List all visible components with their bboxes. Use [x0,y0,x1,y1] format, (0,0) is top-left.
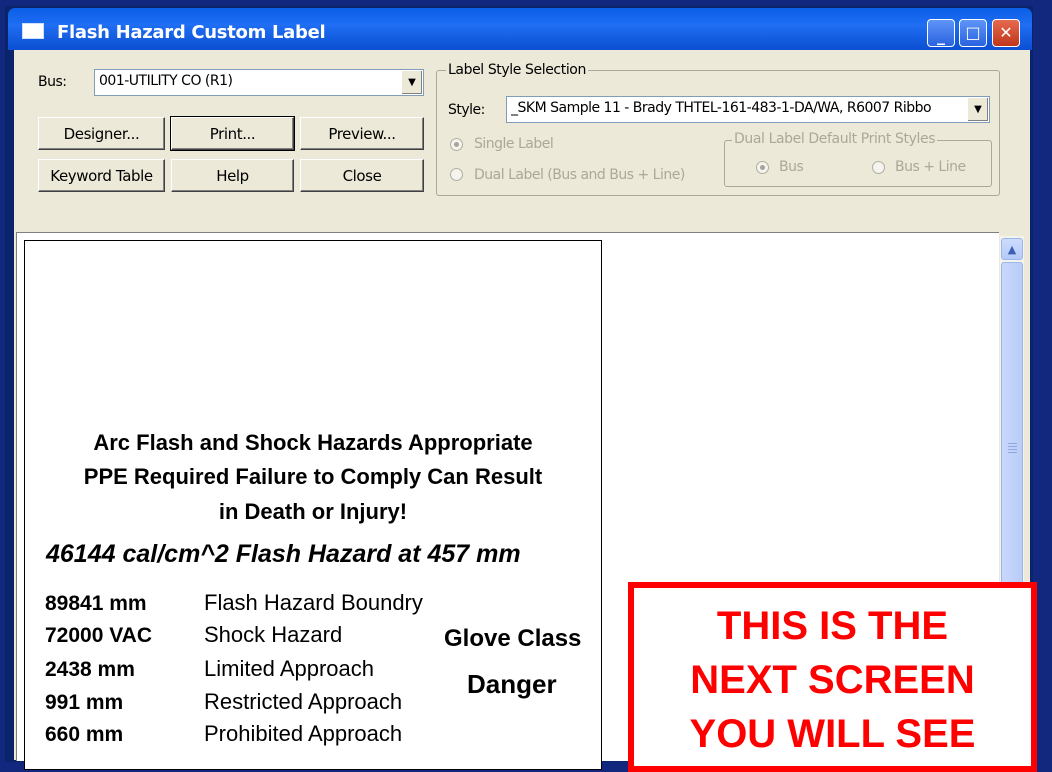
keyword-table-button[interactable]: Keyword Table [38,159,165,192]
hazard-row-value: 2438 mm [45,658,135,681]
hazard-row-value: 660 mm [45,723,124,746]
dual-label-radio[interactable] [450,168,463,181]
warning-line-3: in Death or Injury! [218,499,408,524]
close-button[interactable]: Close [300,159,424,192]
minimize-icon: _ [937,26,945,45]
next-screen-callout: THIS IS THE NEXT SCREEN YOU WILL SEE [628,582,1037,772]
title-bar[interactable]: Flash Hazard Custom Label _ □ ✕ [8,8,1032,50]
label-style-group-title: Label Style Selection [446,62,588,78]
chevron-down-icon[interactable]: ▼ [401,71,422,94]
bus-select[interactable]: 001-UTILITY CO (R1) ▼ [94,69,424,96]
bus-line-option-text: Bus + Line [895,159,966,175]
flash-hazard-line: 46144 cal/cm^2 Flash Hazard at 457 mm [46,540,521,568]
maximize-icon: □ [965,23,981,42]
minimize-button[interactable]: _ [927,19,955,47]
style-label: Style: [448,102,485,118]
hazard-row-desc: Flash Hazard Boundry [204,590,423,615]
bus-label: Bus: [38,74,67,90]
warning-line-2: PPE Required Failure to Comply Can Resul… [83,464,543,489]
window-app-icon [22,23,44,39]
print-button[interactable]: Print... [170,116,295,151]
bus-option-text: Bus [779,159,804,175]
style-select-value: _SKM Sample 11 - Brady THTEL-161-483-1-D… [511,100,932,116]
help-button[interactable]: Help [171,159,294,192]
chevron-down-icon[interactable]: ▼ [967,98,988,121]
thumb-grip-line [1008,449,1017,450]
warning-line-1: Arc Flash and Shock Hazards Appropriate [93,430,533,455]
window-title: Flash Hazard Custom Label [57,22,326,43]
bus-line-radio[interactable] [872,161,885,174]
maximize-button[interactable]: □ [959,19,987,47]
hazard-row-desc: Prohibited Approach [204,721,403,746]
bus-select-value: 001-UTILITY CO (R1) [99,73,233,89]
bus-radio[interactable] [756,161,769,174]
thumb-grip-line [1008,452,1017,453]
glove-class-text: Glove Class [444,625,582,652]
close-icon: ✕ [999,23,1013,42]
style-select[interactable]: _SKM Sample 11 - Brady THTEL-161-483-1-D… [506,96,990,123]
hazard-row-value: 89841 mm [45,592,147,615]
preview-button[interactable]: Preview... [300,117,424,150]
scroll-up-arrow-icon[interactable]: ▲ [1001,238,1023,260]
callout-line-2: NEXT SCREEN [690,658,975,702]
thumb-grip-line [1008,443,1017,444]
hazard-row-desc: Limited Approach [204,656,374,681]
dual-label-print-styles-title: Dual Label Default Print Styles [732,131,938,147]
hazard-row-desc: Restricted Approach [204,689,403,714]
hazard-row-desc: Shock Hazard [204,622,343,647]
danger-text: Danger [467,669,557,699]
close-window-button[interactable]: ✕ [992,19,1020,47]
hazard-row-value: 991 mm [45,691,124,714]
hazard-row-value: 72000 VAC [45,624,153,647]
designer-button[interactable]: Designer... [38,117,165,150]
callout-line-1: THIS IS THE [716,604,949,648]
dual-label-text: Dual Label (Bus and Bus + Line) [474,167,685,183]
callout-line-3: YOU WILL SEE [689,712,976,756]
single-label-text: Single Label [474,136,554,152]
single-label-radio[interactable] [450,138,463,151]
thumb-grip-line [1008,446,1017,447]
